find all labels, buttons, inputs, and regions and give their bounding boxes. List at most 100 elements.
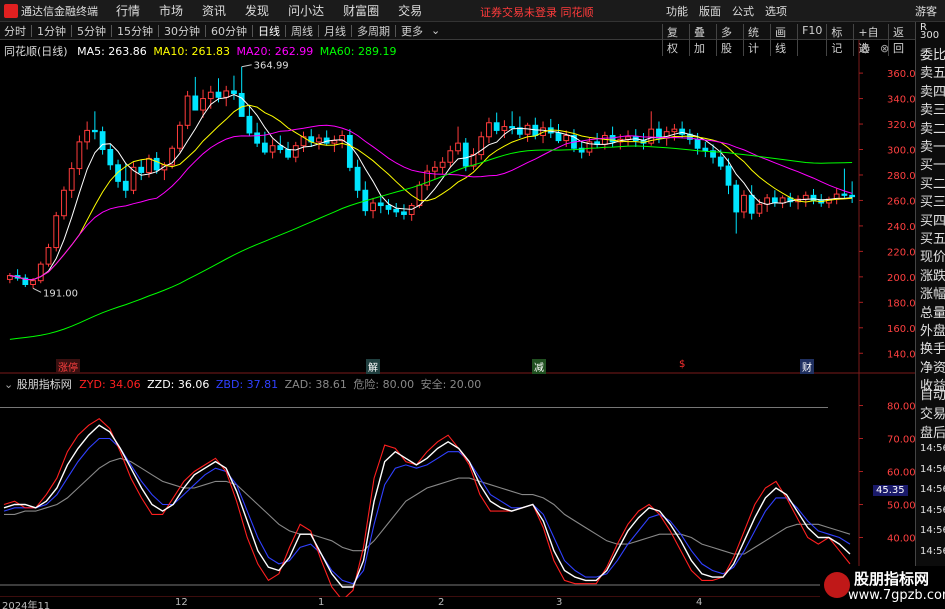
candle-body-84 [656,128,662,139]
menu-item-discover[interactable]: 发现 [245,2,269,19]
side-tab-6[interactable]: 买一 [920,154,945,173]
login-alert[interactable]: 证券交易未登录 同花顺 [480,4,594,20]
candle-body-13 [107,149,114,166]
candle-body-27 [215,91,222,98]
side-time-0[interactable]: 14:56 [920,443,945,454]
candle-body-97 [756,203,763,214]
side-tab-16[interactable]: 换手 [920,338,945,357]
candle-body-104 [810,194,817,201]
event-tag-reduce[interactable]: 减 [532,359,546,374]
chevron-down-icon[interactable]: ⌄ [427,24,444,37]
period-5min[interactable]: 5分钟 [73,23,110,39]
period-daily[interactable]: 日线 [254,23,284,39]
side-time-1[interactable]: 14:56 [920,464,945,475]
period-30min[interactable]: 30分钟 [160,23,204,39]
side-lower-0[interactable]: 自动 [920,384,945,403]
period-15min[interactable]: 15分钟 [113,23,157,39]
period-monthly[interactable]: 月线 [320,23,350,39]
side-tab-4[interactable]: 卖二 [920,118,945,137]
time-label-apr: 4 [696,597,703,608]
indicator-name: 股朋指标网 [16,378,72,391]
ma20-label: MA20: 262.99 [236,45,314,58]
price-tick-label-5: 260.00 [887,196,915,207]
menu-item-trade[interactable]: 交易 [398,2,422,19]
candle-body-49 [385,205,392,210]
candle-body-53 [416,184,423,207]
side-tab-7[interactable]: 买二 [920,173,945,192]
side-tab-17[interactable]: 净资 [920,357,945,376]
side-tab-3[interactable]: 卖三 [920,99,945,118]
event-tag-unlock[interactable]: 解 [366,359,380,374]
side-time-4[interactable]: 14:56 [920,525,945,536]
side-tab-12[interactable]: 涨跌 [920,265,945,284]
candle-body-11 [91,129,98,133]
event-tag-finance[interactable]: 财 [800,359,814,374]
side-tab-5[interactable]: 卖一 [920,136,945,155]
ind-tick-label-4: 40.00 [887,534,915,545]
candle-body-78 [609,135,616,143]
settings-gear-icon[interactable]: ⚙ [860,42,871,56]
side-tab-9[interactable]: 买四 [920,210,945,229]
indicator-chevron-icon[interactable]: ⌄ [4,378,13,391]
side-tab-8[interactable]: 买三 [920,191,945,210]
indicator-legend: ⌄ 股朋指标网 ZYD: 34.06 ZZD: 36.06 ZBD: 37.81… [4,376,481,392]
brand-line1: 股朋指标网 [854,570,930,588]
candle-body-90 [702,147,709,152]
menu-item-quotes[interactable]: 行情 [116,2,140,19]
side-lower-2[interactable]: 盘后 [920,422,945,441]
menu-item-market[interactable]: 市场 [159,2,183,19]
menu-item-wealth[interactable]: 财富圈 [343,2,379,19]
period-weekly[interactable]: 周线 [287,23,317,39]
menu-options[interactable]: 选项 [765,3,787,19]
side-tab-11[interactable]: 现价 [920,246,945,265]
menu-layout[interactable]: 版面 [699,3,721,19]
candle-body-103 [802,194,809,200]
close-icon[interactable]: ⊗ [880,42,889,55]
zbd-label: ZBD: 37.81 [215,378,279,391]
period-multi[interactable]: 多周期 [353,23,394,39]
ind-tick-label-3: 50.00 [887,501,915,512]
candle-body-22 [176,124,183,149]
candle-body-17 [138,166,145,173]
side-tab-2[interactable]: 卖四 [920,81,945,100]
menu-formula[interactable]: 公式 [732,3,754,19]
period-60min[interactable]: 60分钟 [207,23,251,39]
side-lower-1[interactable]: 交易 [920,403,945,422]
side-tab-13[interactable]: 涨幅 [920,283,945,302]
series-zyd-line [3,418,851,602]
brand-logo-icon [824,572,850,598]
candle-body-26 [207,91,214,100]
candle-body-95 [741,194,747,213]
price-tick-label-8: 200.00 [887,273,915,284]
guest-label[interactable]: 游客 [915,3,937,19]
candle-body-34 [269,145,276,153]
event-tag-dividend[interactable]: $ [677,359,687,370]
side-time-3[interactable]: 14:56 [920,505,945,516]
candle-body-51 [401,211,407,215]
menu-item-ask[interactable]: 问小达 [288,2,324,19]
side-top-300[interactable]: 300 [920,30,939,41]
event-tag-limit-up[interactable]: 涨停 [56,359,80,374]
price-tick-label-10: 160.00 [887,324,915,335]
candle-body-108 [841,193,848,196]
side-tab-0[interactable]: 委比 [920,44,945,63]
menu-item-news[interactable]: 资讯 [202,2,226,19]
side-time-5[interactable]: 14:56 [920,546,945,557]
candle-body-57 [447,150,454,163]
kline-chart[interactable]: 360.00340.00320.00300.00280.00260.00240.… [0,40,915,609]
side-tab-1[interactable]: 卖五 [920,62,945,81]
period-toolbar: 分时 1分钟 5分钟 15分钟 30分钟 60分钟 日线 周线 月线 多周期 更… [0,22,915,56]
menu-function[interactable]: 功能 [666,3,688,19]
side-tab-14[interactable]: 总量 [920,302,945,321]
menu-bar: 通达信金融终端 行情 市场 资讯 发现 问小达 财富圈 交易 证券交易未登录 同… [0,0,945,22]
period-more[interactable]: 更多 [397,23,427,39]
side-time-2[interactable]: 14:56 [920,484,945,495]
ma10-label: MA10: 261.83 [153,45,231,58]
side-tab-10[interactable]: 买五 [920,228,945,247]
period-1min[interactable]: 1分钟 [33,23,70,39]
period-tick[interactable]: 分时 [0,23,30,39]
low-annotation-line [32,287,42,293]
low-annotation-label: 191.00 [43,288,78,299]
side-tab-15[interactable]: 外盘 [920,320,945,339]
app-title: 通达信金融终端 [21,4,98,18]
